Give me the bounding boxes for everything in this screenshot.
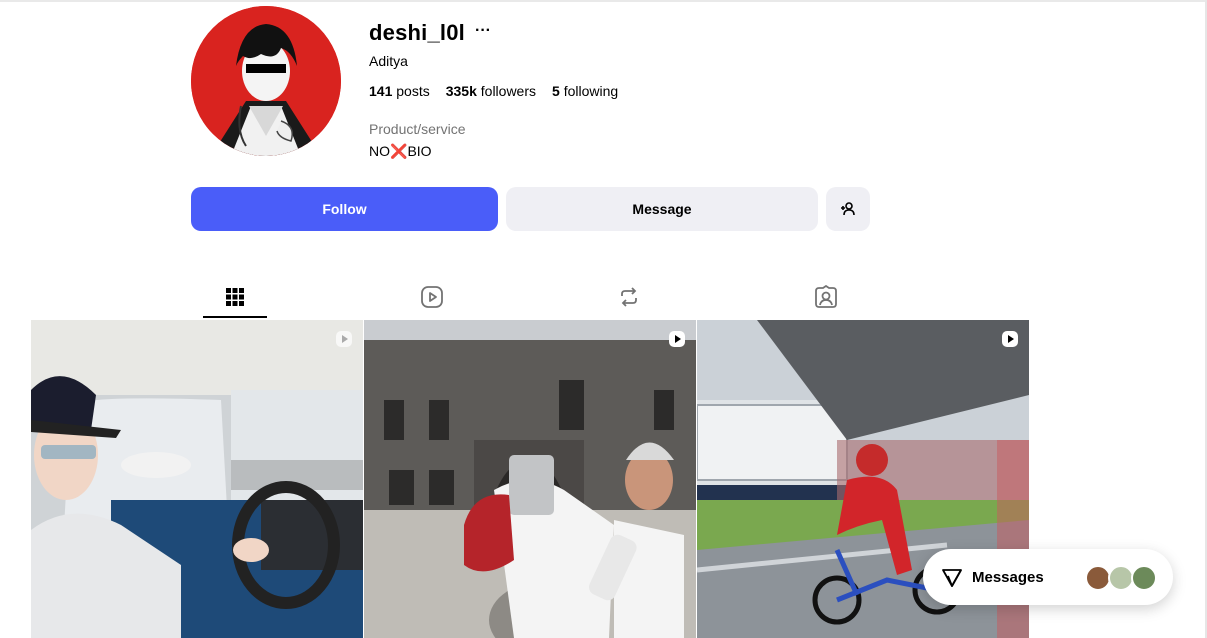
grid-icon bbox=[226, 288, 244, 306]
followers-stat[interactable]: 335k followers bbox=[446, 83, 536, 99]
follow-button[interactable]: Follow bbox=[191, 187, 498, 231]
posts-label: posts bbox=[396, 83, 430, 99]
profile-username: deshi_l0l bbox=[369, 20, 465, 45]
post-tile-1[interactable] bbox=[31, 320, 363, 638]
tagged-icon bbox=[815, 285, 837, 308]
messages-label: Messages bbox=[972, 569, 1044, 586]
reels-icon bbox=[421, 286, 443, 308]
avatar-illustration bbox=[191, 6, 341, 156]
tab-posts[interactable] bbox=[221, 283, 249, 311]
message-button[interactable]: Message bbox=[506, 187, 818, 231]
posts-stat: 141 posts bbox=[369, 83, 430, 99]
following-stat[interactable]: 5 following bbox=[552, 83, 618, 99]
profile-category: Product/service bbox=[369, 121, 466, 137]
post-thumbnail-car-driver bbox=[31, 320, 363, 638]
reel-icon bbox=[669, 331, 685, 347]
reel-icon bbox=[336, 331, 352, 347]
followers-count: 335k bbox=[445, 83, 477, 99]
bio-text-end: BIO bbox=[407, 143, 432, 159]
tab-reels[interactable] bbox=[418, 283, 446, 311]
profile-avatar[interactable] bbox=[191, 6, 341, 156]
reposts-icon bbox=[621, 287, 637, 307]
following-count: 5 bbox=[552, 83, 560, 99]
profile-bio: NO❌BIO bbox=[369, 143, 432, 160]
reel-icon bbox=[1002, 331, 1018, 347]
send-icon bbox=[942, 569, 962, 587]
person-add-icon bbox=[841, 202, 855, 216]
profile-stats: 141 posts 335k followers 5 following bbox=[369, 83, 634, 99]
cross-emoji-icon: ❌ bbox=[390, 143, 408, 159]
tab-tagged[interactable] bbox=[812, 283, 840, 311]
top-border bbox=[0, 0, 1207, 2]
profile-full-name: Aditya bbox=[369, 53, 408, 69]
active-tab-indicator bbox=[203, 316, 267, 318]
message-avatar-3 bbox=[1131, 565, 1157, 591]
bio-text-start: NO bbox=[369, 143, 390, 159]
post-thumbnail-street-vendor bbox=[364, 320, 696, 638]
messages-button[interactable]: Messages bbox=[923, 549, 1173, 605]
tab-reposts[interactable] bbox=[615, 283, 643, 311]
post-tile-2[interactable] bbox=[364, 320, 696, 638]
following-label: following bbox=[563, 83, 619, 99]
followers-label: followers bbox=[480, 83, 537, 99]
suggest-people-button[interactable] bbox=[826, 187, 870, 231]
posts-count: 141 bbox=[369, 83, 393, 99]
more-options-button[interactable]: ··· bbox=[475, 22, 491, 40]
